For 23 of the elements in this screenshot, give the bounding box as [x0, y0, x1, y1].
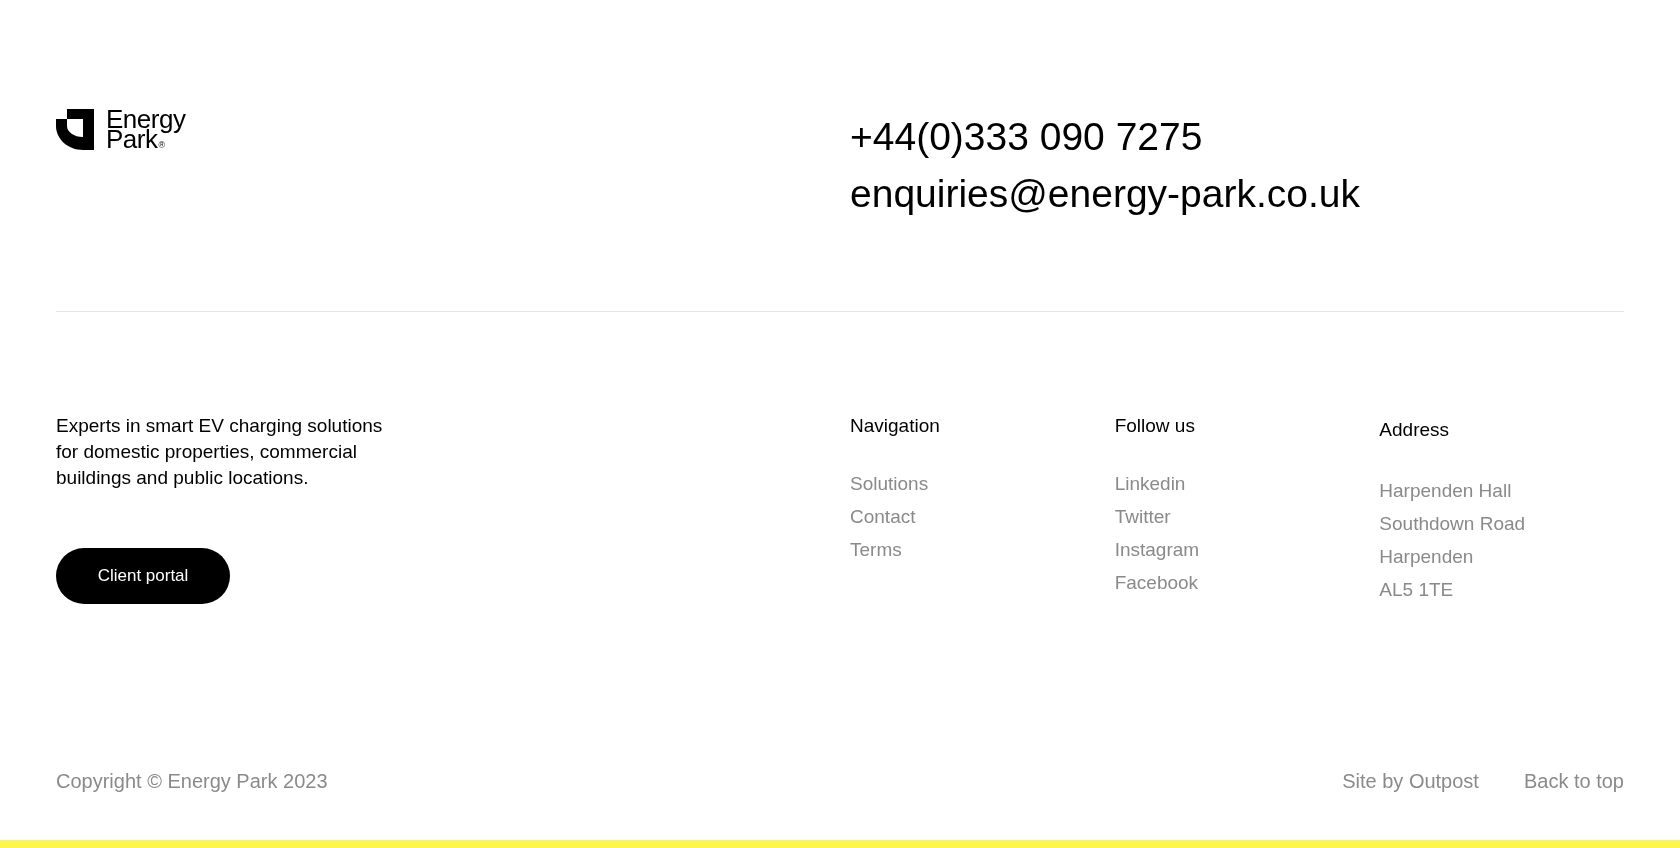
- footer-link[interactable]: Linkedin: [1114, 467, 1186, 500]
- company-description: Experts in smart EV charging solutions for domestic properties, commercial buildings and public locations.: [56, 414, 384, 490]
- address-line: Harpenden Hall: [1379, 479, 1512, 503]
- column-heading: Address: [1379, 418, 1450, 442]
- footer-link[interactable]: Instagram: [1114, 533, 1200, 566]
- copyright-text: Copyright © Energy Park 2023: [56, 769, 328, 794]
- footer-link[interactable]: Twitter: [1114, 500, 1171, 533]
- footer-link[interactable]: Solutions: [850, 467, 929, 500]
- address-line: AL5 1TE: [1379, 578, 1454, 602]
- footer-link[interactable]: Facebook: [1114, 566, 1199, 599]
- footer-link[interactable]: Terms: [850, 533, 902, 566]
- column-heading: Follow us: [1114, 414, 1195, 438]
- column-heading: Navigation: [850, 414, 940, 438]
- client-portal-button[interactable]: Client portal: [56, 548, 230, 604]
- logo-wordmark: Energy Park®: [106, 108, 186, 155]
- footer-link[interactable]: Site by Outpost: [1342, 768, 1479, 794]
- footer-link[interactable]: Back to top: [1523, 768, 1624, 794]
- address-line: Harpenden: [1379, 545, 1474, 569]
- email-link[interactable]: enquiries@energy-park.co.uk: [850, 165, 1360, 222]
- logo-icon: [56, 109, 94, 150]
- footer-link[interactable]: Contact: [850, 500, 916, 533]
- address-line: Southdown Road: [1379, 512, 1526, 536]
- phone-link[interactable]: +44(0)333 090 7275: [850, 108, 1203, 165]
